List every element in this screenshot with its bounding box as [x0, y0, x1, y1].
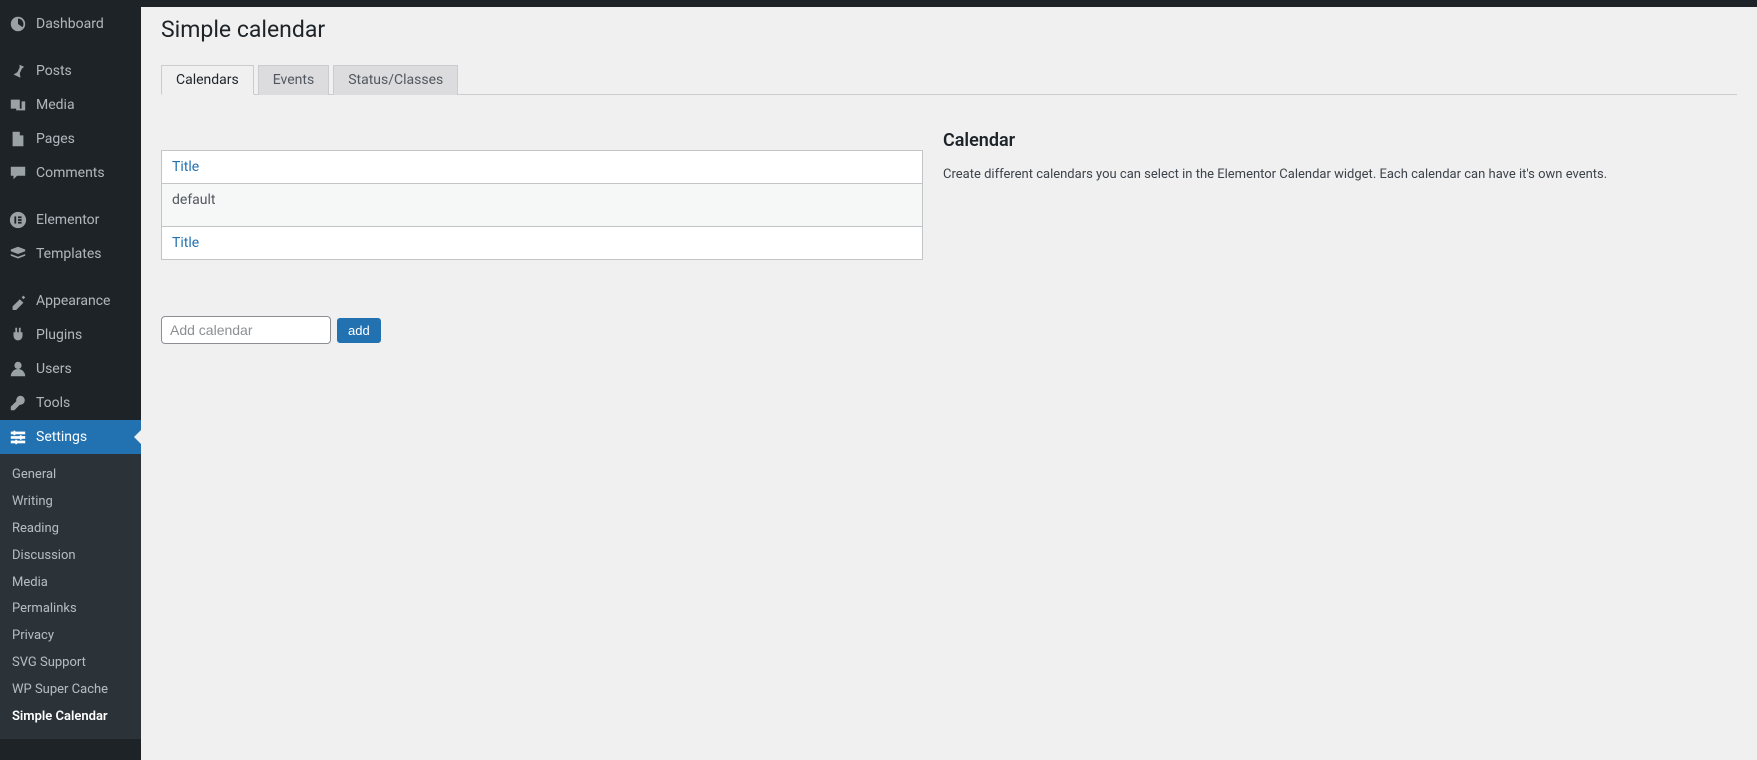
tab-events[interactable]: Events [258, 65, 329, 95]
admin-sidebar: Dashboard Posts Media Pages Comments Elemento… [0, 0, 141, 760]
sidebar-item-label: Settings [36, 429, 87, 445]
submenu-item-general[interactable]: General [0, 462, 141, 489]
sidebar-item-plugins[interactable]: Plugins [0, 318, 141, 352]
sidebar-item-settings[interactable]: Settings [0, 420, 141, 454]
submenu-item-discussion[interactable]: Discussion [0, 543, 141, 570]
add-calendar-input[interactable] [161, 316, 331, 344]
tab-calendars[interactable]: Calendars [161, 65, 254, 95]
calendars-table: Title default Title [161, 150, 923, 260]
tab-status-classes[interactable]: Status/Classes [333, 65, 458, 95]
sidebar-item-appearance[interactable]: Appearance [0, 284, 141, 318]
page-icon [8, 129, 28, 149]
settings-icon [8, 427, 28, 447]
elementor-icon [8, 210, 28, 230]
sidebar-item-dashboard[interactable]: Dashboard [0, 7, 141, 41]
sidebar-item-label: Elementor [36, 212, 99, 228]
table-header-title[interactable]: Title [162, 151, 922, 184]
plugin-icon [8, 325, 28, 345]
tool-icon [8, 393, 28, 413]
submenu-item-permalinks[interactable]: Permalinks [0, 596, 141, 623]
sidebar-item-label: Plugins [36, 327, 82, 343]
menu-separator [0, 45, 141, 50]
table-row[interactable]: default [162, 184, 922, 226]
main-content: Simple calendar CalendarsEventsStatus/Cl… [141, 0, 1757, 760]
settings-submenu: GeneralWritingReadingDiscussionMediaPerm… [0, 454, 141, 739]
add-calendar-row: add [161, 316, 923, 344]
pin-icon [8, 61, 28, 81]
sidebar-item-elementor[interactable]: Elementor [0, 203, 141, 237]
sidebar-item-label: Media [36, 97, 75, 113]
dashboard-icon [8, 14, 28, 34]
sidebar-item-label: Users [36, 361, 72, 377]
submenu-item-simple-calendar[interactable]: Simple Calendar [0, 704, 141, 731]
sidebar-item-templates[interactable]: Templates [0, 237, 141, 271]
sidebar-item-label: Posts [36, 63, 72, 79]
comment-icon [8, 163, 28, 183]
menu-separator [0, 275, 141, 280]
sidebar-item-users[interactable]: Users [0, 352, 141, 386]
submenu-item-writing[interactable]: Writing [0, 489, 141, 516]
user-icon [8, 359, 28, 379]
submenu-item-svg-support[interactable]: SVG Support [0, 650, 141, 677]
sidepanel-description: Create different calendars you can selec… [943, 165, 1737, 185]
table-footer-title[interactable]: Title [162, 226, 922, 259]
templates-icon [8, 244, 28, 264]
sidebar-item-pages[interactable]: Pages [0, 122, 141, 156]
sidebar-item-media[interactable]: Media [0, 88, 141, 122]
sidebar-item-label: Appearance [36, 293, 110, 309]
sidebar-item-label: Dashboard [36, 16, 104, 32]
page-title: Simple calendar [161, 7, 1737, 47]
admin-top-bar [0, 0, 1757, 7]
submenu-item-media[interactable]: Media [0, 570, 141, 597]
tab-bar: CalendarsEventsStatus/Classes [161, 65, 1737, 95]
table-cell-title[interactable]: default [162, 184, 922, 226]
sidepanel-heading: Calendar [943, 130, 1737, 151]
submenu-item-wp-super-cache[interactable]: WP Super Cache [0, 677, 141, 704]
sidebar-item-label: Tools [36, 395, 70, 411]
sidebar-item-comments[interactable]: Comments [0, 156, 141, 190]
menu-separator [0, 194, 141, 199]
sidebar-item-label: Templates [36, 246, 102, 262]
appearance-icon [8, 291, 28, 311]
submenu-item-privacy[interactable]: Privacy [0, 623, 141, 650]
sidebar-item-tools[interactable]: Tools [0, 386, 141, 420]
add-calendar-button[interactable]: add [337, 318, 381, 343]
sidebar-item-label: Comments [36, 165, 105, 181]
submenu-item-reading[interactable]: Reading [0, 516, 141, 543]
media-icon [8, 95, 28, 115]
sidebar-item-posts[interactable]: Posts [0, 54, 141, 88]
sidebar-item-label: Pages [36, 131, 75, 147]
